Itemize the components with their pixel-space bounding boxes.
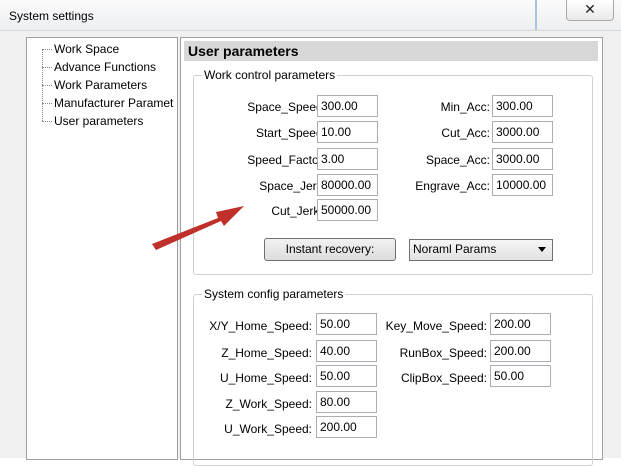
system-settings-window: System settings ✕ Work Space Advance Fun…: [0, 0, 621, 466]
annotation-arrow-icon: [152, 206, 244, 250]
annotation-arrow-shape: [152, 206, 244, 250]
